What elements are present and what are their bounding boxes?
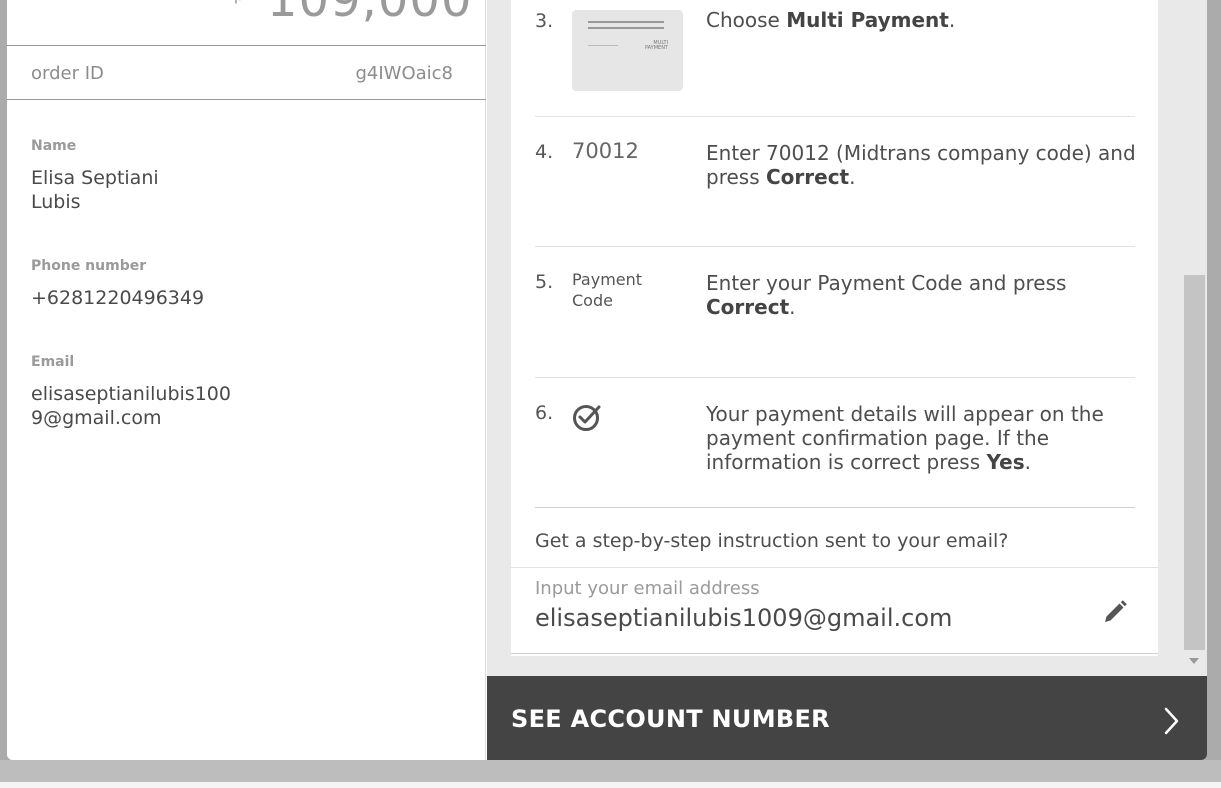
name-label: Name bbox=[31, 138, 77, 154]
step-text: Choose Multi Payment. bbox=[706, 8, 1136, 32]
email-label: Email bbox=[31, 354, 75, 370]
step-4: 4. 70012 Enter 70012 (Midtrans company c… bbox=[535, 117, 1136, 247]
see-account-number-button[interactable]: SEE ACCOUNT NUMBER bbox=[487, 676, 1207, 760]
payment-code-text: Payment Code bbox=[572, 270, 643, 310]
step-text-part: . bbox=[948, 8, 956, 32]
order-id-value: g4IWOaic8 bbox=[355, 63, 453, 84]
email-instruction-prompt: Get a step-by-step instruction sent to y… bbox=[511, 508, 1158, 568]
payment-frame: Rp 109,000 order ID g4IWOaic8 Name Elisa… bbox=[7, 0, 1207, 760]
customer-phone-field: Phone number +6281220496349 bbox=[31, 258, 261, 310]
step-text: Your payment details will appear on the … bbox=[706, 402, 1136, 474]
step-number: 5. bbox=[535, 271, 554, 293]
instructions-panel: 3. MULTI PAYMENT Choose Multi Payment. 4… bbox=[487, 0, 1207, 676]
step-text-bold: Multi Payment bbox=[786, 8, 949, 32]
step-number: 4. bbox=[535, 141, 554, 163]
step-text: Enter 70012 (Midtrans company code) and … bbox=[706, 141, 1136, 189]
step-text-part: . bbox=[1024, 450, 1031, 474]
thumb-text: MULTI PAYMENT bbox=[644, 40, 668, 51]
step-text-part: Your payment details will appear on the … bbox=[706, 402, 1104, 474]
check-circle-icon bbox=[572, 402, 602, 436]
order-id-label: order ID bbox=[31, 63, 104, 84]
step-text-part: Enter your Payment Code and press bbox=[706, 271, 1067, 295]
phone-value: +6281220496349 bbox=[31, 287, 205, 309]
step-number: 3. bbox=[535, 10, 554, 32]
customer-email-field: Email elisaseptianilubis1009@gmail.com bbox=[31, 354, 261, 430]
amount-row: Rp 109,000 bbox=[7, 0, 486, 46]
scrollbar-thumb[interactable] bbox=[1184, 275, 1205, 650]
phone-label: Phone number bbox=[31, 258, 147, 274]
email-prompt-text: Get a step-by-step instruction sent to y… bbox=[535, 530, 1009, 552]
order-id-row: order ID g4IWOaic8 bbox=[7, 46, 486, 100]
name-value: Elisa Septiani Lubis bbox=[31, 167, 159, 213]
edit-pencil-icon[interactable] bbox=[1101, 598, 1129, 626]
step-text-bold: Correct bbox=[765, 165, 850, 189]
step-text-part: Choose bbox=[706, 8, 787, 32]
step-text-part: . bbox=[789, 295, 796, 319]
step-text-part: . bbox=[849, 165, 856, 189]
total-amount: 109,000 bbox=[267, 0, 473, 28]
email-input-group[interactable]: Input your email address bbox=[511, 568, 1158, 654]
step-number: 6. bbox=[535, 402, 554, 424]
step-text: Enter your Payment Code and press Correc… bbox=[706, 271, 1136, 319]
customer-name-field: Name Elisa Septiani Lubis bbox=[31, 138, 261, 214]
order-summary-panel: Rp 109,000 order ID g4IWOaic8 Name Elisa… bbox=[7, 0, 486, 760]
step-6: 6. Your payment details will appear on t… bbox=[535, 378, 1135, 508]
step-text-bold: Correct bbox=[706, 295, 790, 319]
email-input-label: Input your email address bbox=[535, 578, 760, 599]
email-input[interactable] bbox=[535, 604, 1075, 632]
chevron-right-icon bbox=[1162, 706, 1182, 740]
email-value: elisaseptianilubis1009@gmail.com bbox=[31, 383, 231, 429]
cta-label: SEE ACCOUNT NUMBER bbox=[511, 705, 830, 733]
company-code: 70012 bbox=[572, 139, 639, 163]
company-code-label: 70012 bbox=[572, 139, 639, 163]
step-text-bold: Yes bbox=[986, 450, 1025, 474]
currency-label: Rp bbox=[221, 0, 245, 5]
scroll-down-arrow-icon[interactable] bbox=[1189, 658, 1199, 664]
payment-code-label: Payment Code bbox=[572, 269, 652, 311]
instructions-card: 3. MULTI PAYMENT Choose Multi Payment. 4… bbox=[511, 0, 1158, 656]
step-3: 3. MULTI PAYMENT Choose Multi Payment. bbox=[535, 0, 1135, 117]
step-5: 5. Payment Code Enter your Payment Code … bbox=[535, 247, 1135, 378]
bottom-strip bbox=[0, 760, 1221, 788]
